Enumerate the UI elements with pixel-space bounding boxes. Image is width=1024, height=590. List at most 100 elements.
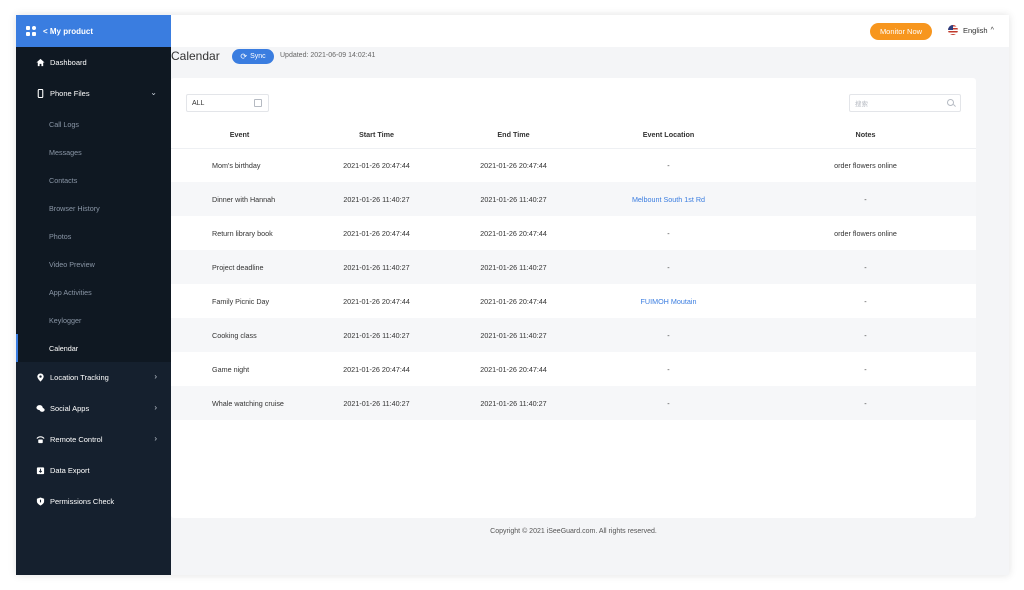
table-row: Return library book 2021-01-26 20:47:44 … <box>171 216 976 250</box>
table-row: Cooking class 2021-01-26 11:40:27 2021-0… <box>171 318 976 352</box>
remote-control-icon <box>36 435 45 444</box>
cell-end-time: 2021-01-26 20:47:44 <box>480 296 547 306</box>
subitem-label: Keylogger <box>49 315 82 325</box>
sidebar-subitem-app-activities[interactable]: App Activities <box>16 278 171 306</box>
cell-location: - <box>582 250 755 284</box>
language-selector[interactable]: English ^ <box>948 25 994 35</box>
table-row: Game night 2021-01-26 20:47:44 2021-01-2… <box>171 352 976 386</box>
sidebar-subitem-call-logs[interactable]: Call Logs <box>16 110 171 138</box>
cell-start-time: 2021-01-26 20:47:44 <box>343 364 410 374</box>
monitor-now-button[interactable]: Monitor Now <box>870 23 932 40</box>
table-row: Whale watching cruise 2021-01-26 11:40:2… <box>171 386 976 420</box>
cell-location: - <box>582 386 755 420</box>
product-logo-icon <box>26 25 37 37</box>
sidebar-item-location-tracking[interactable]: Location Tracking › <box>16 362 171 393</box>
sidebar-item-phone-files[interactable]: Phone Files ⌄ <box>16 78 171 109</box>
language-label: English <box>963 25 988 35</box>
date-filter-select[interactable]: ALL <box>186 94 269 112</box>
column-header-start-time: Start Time <box>308 122 445 149</box>
column-header-event-location: Event Location <box>582 122 755 149</box>
subitem-label: Browser History <box>49 203 100 213</box>
chevron-right-icon: › <box>154 434 157 443</box>
chat-bubbles-icon <box>36 404 45 413</box>
location-pin-icon <box>36 373 45 382</box>
cell-event: Game night <box>212 364 250 374</box>
sidebar-item-dashboard[interactable]: Dashboard <box>16 47 171 78</box>
table-header-row: Event Start Time End Time Event Location… <box>171 122 976 149</box>
cell-notes: - <box>755 250 976 284</box>
cell-location-link[interactable]: Melbount South 1st Rd <box>582 182 755 216</box>
cell-end-time: 2021-01-26 11:40:27 <box>445 182 582 216</box>
table-row: Dinner with Hannah 2021-01-26 11:40:27 2… <box>171 182 976 216</box>
sidebar-subitem-browser-history[interactable]: Browser History <box>16 194 171 222</box>
sidebar-item-remote-control[interactable]: Remote Control › <box>16 424 171 455</box>
cell-end-time: 2021-01-26 20:47:44 <box>480 160 547 170</box>
page-title: Calendar <box>171 49 220 63</box>
cell-notes: order flowers online <box>834 228 897 238</box>
back-to-product-link[interactable]: < My product <box>16 15 171 47</box>
sidebar: < My product Dashboard Phone Files ⌄ Cal… <box>16 15 171 575</box>
sidebar-subitem-keylogger[interactable]: Keylogger <box>16 306 171 334</box>
column-header-end-time: End Time <box>445 122 582 149</box>
column-header-event: Event <box>171 122 308 149</box>
cell-event: Mom's birthday <box>212 160 261 170</box>
subitem-label: Contacts <box>49 175 78 185</box>
sidebar-subitem-calendar[interactable]: Calendar <box>16 334 171 362</box>
sidebar-subitem-messages[interactable]: Messages <box>16 138 171 166</box>
phone-icon <box>36 89 45 98</box>
cell-event: Cooking class <box>171 318 308 352</box>
chevron-up-icon: ^ <box>990 26 994 34</box>
cell-notes: - <box>755 386 976 420</box>
table-row: Project deadline 2021-01-26 11:40:27 202… <box>171 250 976 284</box>
shield-icon <box>36 497 45 506</box>
search-placeholder: 搜索 <box>855 101 868 108</box>
sidebar-item-label: Data Export <box>50 466 90 475</box>
chevron-right-icon: › <box>154 403 157 412</box>
subitem-label: Video Preview <box>49 259 95 269</box>
cell-end-time: 2021-01-26 20:47:44 <box>480 364 547 374</box>
cell-notes: - <box>755 318 976 352</box>
sidebar-item-label: Location Tracking <box>50 373 109 382</box>
cell-event: Project deadline <box>171 250 308 284</box>
cell-start-time: 2021-01-26 20:47:44 <box>343 228 410 238</box>
cell-location: - <box>667 228 670 238</box>
sidebar-item-permissions-check[interactable]: Permissions Check <box>16 486 171 517</box>
cell-notes: order flowers online <box>834 160 897 170</box>
last-updated-text: Updated: 2021-06-09 14:02:41 <box>280 52 376 59</box>
calendar-table: Event Start Time End Time Event Location… <box>171 122 976 420</box>
subitem-label: Photos <box>49 231 72 241</box>
table-row: Family Picnic Day 2021-01-26 20:47:44 20… <box>171 284 976 318</box>
sidebar-item-label: Phone Files <box>50 89 90 98</box>
sidebar-item-label: Dashboard <box>50 58 87 67</box>
cell-location: - <box>667 364 670 374</box>
sidebar-item-social-apps[interactable]: Social Apps › <box>16 393 171 424</box>
sidebar-subitem-contacts[interactable]: Contacts <box>16 166 171 194</box>
calendar-card: ALL 搜索 Event Start Time End Time Event L… <box>171 78 976 518</box>
subitem-label: App Activities <box>49 287 92 297</box>
brand-label: < My product <box>43 26 94 36</box>
table-row: Mom's birthday 2021-01-26 20:47:44 2021-… <box>171 148 976 182</box>
cell-end-time: 2021-01-26 11:40:27 <box>445 318 582 352</box>
top-bar: Monitor Now English ^ <box>171 15 1009 47</box>
cell-start-time: 2021-01-26 11:40:27 <box>308 250 445 284</box>
sidebar-subitem-photos[interactable]: Photos <box>16 222 171 250</box>
search-input[interactable]: 搜索 <box>849 94 961 112</box>
cell-notes: - <box>864 364 867 374</box>
us-flag-icon <box>948 25 958 35</box>
cell-start-time: 2021-01-26 11:40:27 <box>308 318 445 352</box>
cell-end-time: 2021-01-26 11:40:27 <box>445 386 582 420</box>
export-icon <box>36 466 45 475</box>
sidebar-item-label: Permissions Check <box>50 497 115 506</box>
cell-start-time: 2021-01-26 20:47:44 <box>343 296 410 306</box>
sidebar-item-data-export[interactable]: Data Export <box>16 455 171 486</box>
sync-button[interactable]: ⟳ Sync <box>232 49 274 64</box>
cell-location: - <box>582 318 755 352</box>
subitem-label: Messages <box>49 147 82 157</box>
sidebar-subitem-video-preview[interactable]: Video Preview <box>16 250 171 278</box>
cell-location-link[interactable]: FUIMOH Moutain <box>582 284 755 318</box>
cell-event: Whale watching cruise <box>171 386 308 420</box>
search-icon <box>947 99 954 106</box>
refresh-icon: ⟳ <box>240 52 248 61</box>
date-filter-value: ALL <box>192 99 205 107</box>
cell-end-time: 2021-01-26 20:47:44 <box>480 228 547 238</box>
